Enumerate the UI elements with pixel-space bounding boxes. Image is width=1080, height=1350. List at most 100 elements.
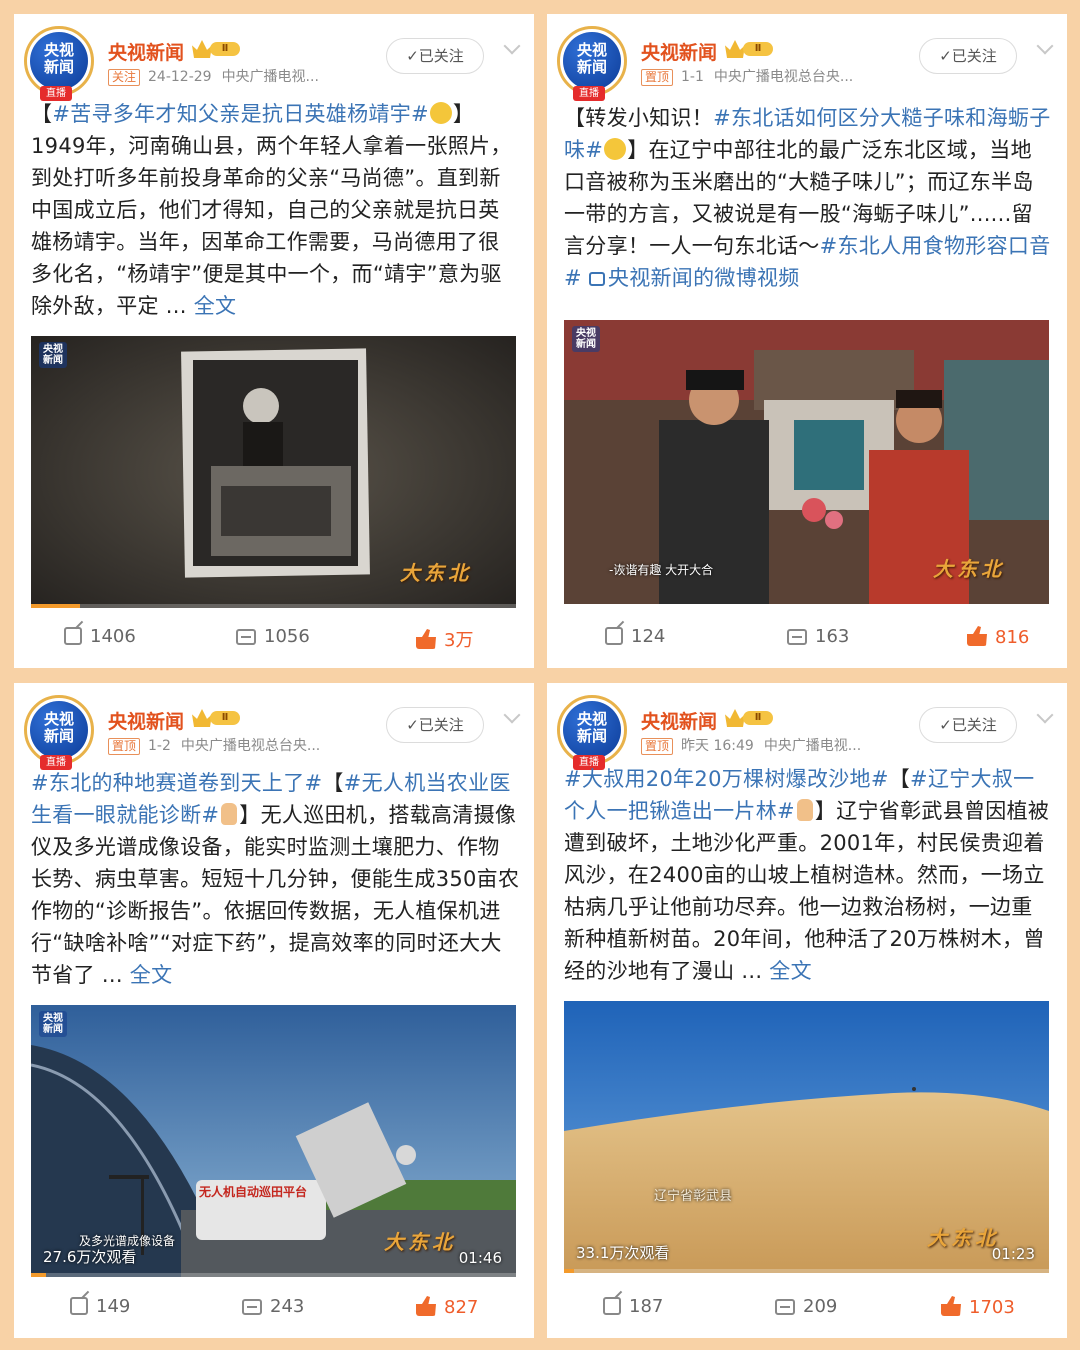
video-player[interactable]: 央视 新闻 大东北 <box>31 336 516 608</box>
cctv-news-logo: 央视 新闻 <box>39 1011 67 1037</box>
video-progress-bar[interactable] <box>564 1269 1049 1273</box>
post-date: 昨天 16:49 <box>681 738 754 754</box>
post-source: 中央广播电视总台央... <box>713 69 854 85</box>
video-player[interactable]: 央视 新闻 -诙谐有趣 大开大合 大东北 <box>564 320 1049 604</box>
followed-button[interactable]: ✓已关注 <box>919 38 1017 74</box>
comment-button[interactable]: 163 <box>787 626 849 647</box>
followed-button[interactable]: ✓已关注 <box>919 707 1017 743</box>
avatar-logo: 央视 新闻 <box>563 32 621 90</box>
video-player[interactable]: 央视 新闻 无人机自动巡田平台 及多光谱成像设备 大东北 27.6万次观看 01:… <box>31 1005 516 1277</box>
video-watermark: 大东北 <box>400 561 472 585</box>
video-player[interactable]: 辽宁省彰武县 大东北 33.1万次观看 01:23 <box>564 1001 1049 1273</box>
avatar[interactable]: 央视 新闻 直播 <box>24 26 94 101</box>
post-source: 中央广播电视... <box>221 69 319 85</box>
like-button[interactable]: 827 <box>416 1296 478 1318</box>
video-progress-bar[interactable] <box>31 1273 516 1277</box>
avatar-text: 央视 <box>576 710 607 728</box>
post-text-segment: 】辽宁省彰武县曾因植被遭到破坏，土地沙化严重。2001年，村民侯贵迎着风沙，在2… <box>564 799 1050 983</box>
post-text-segment: 【 <box>31 102 53 126</box>
thumbs-up-icon <box>416 1296 436 1316</box>
emoji-icon <box>604 138 627 160</box>
post-text-segment: 【 <box>888 767 911 791</box>
repost-button[interactable]: 187 <box>603 1296 663 1317</box>
post-text: 【#苦寻多年才知父亲是抗日英雄杨靖宇# 】1949年，河南确山县，两个年轻人拿着一… <box>31 98 520 322</box>
weibo-post-card[interactable]: 央视 新闻 直播 央视新闻 Ⅱ 置顶 1-2 中央广播电视总台央... ✓已关注 #… <box>14 683 534 1338</box>
post-meta: 关注 24-12-29 中央广播电视... <box>108 66 319 86</box>
repost-icon <box>64 627 82 645</box>
thumbs-up-icon <box>941 1296 961 1316</box>
pinned-tag: 置顶 <box>641 738 674 755</box>
like-button[interactable]: 816 <box>967 626 1029 648</box>
like-button[interactable]: 3万 <box>416 626 473 652</box>
video-watermark: 大东北 <box>384 1230 456 1254</box>
video-watermark: 大东北 <box>927 1226 999 1250</box>
weibo-post-card[interactable]: 央视 新闻 直播 央视新闻 Ⅱ 置顶 1-1 中央广播电视总台央... ✓已关注 【… <box>547 14 1067 668</box>
read-more-link[interactable]: 全文 <box>130 963 173 987</box>
vip-badge: Ⅱ <box>192 709 240 727</box>
repost-button[interactable]: 124 <box>605 626 665 647</box>
post-text-segment: 【 <box>322 771 344 795</box>
progress-fill <box>564 1269 574 1273</box>
comment-button[interactable]: 1056 <box>236 626 310 647</box>
like-count: 1703 <box>969 1297 1015 1318</box>
avatar-logo: 央视 新闻 <box>30 701 88 759</box>
avatar[interactable]: 央视 新闻 直播 <box>557 26 627 101</box>
chevron-down-icon[interactable] <box>1036 37 1054 55</box>
read-more-link[interactable]: 全文 <box>769 959 812 983</box>
repost-count: 149 <box>96 1296 131 1317</box>
read-more-link[interactable]: 全文 <box>194 294 237 318</box>
post-date: 1-2 <box>148 738 171 754</box>
post-text: 【转发小知识！#东北话如何区分大糙子味和海蛎子味# 】在辽宁中部往北的最广泛东北区… <box>564 102 1053 294</box>
followed-button[interactable]: ✓已关注 <box>386 707 484 743</box>
repost-icon <box>603 1297 621 1315</box>
post-text: #东北的种地赛道卷到天上了#【#无人机当农业医生看一眼就能诊断# 】无人巡田机，搭… <box>31 767 520 991</box>
comment-icon <box>775 1299 795 1315</box>
avatar[interactable]: 央视 新闻 直播 <box>557 695 627 770</box>
account-name[interactable]: 央视新闻 <box>108 707 184 734</box>
account-name[interactable]: 央视新闻 <box>641 707 717 734</box>
post-source: 中央广播电视... <box>763 738 862 754</box>
repost-icon <box>605 627 623 645</box>
post-header: 央视 新闻 直播 央视新闻 Ⅱ 置顶 1-2 中央广播电视总台央... ✓已关注 <box>14 683 534 779</box>
weibo-post-card[interactable]: 央视 新闻 直播 央视新闻 Ⅱ 关注 24-12-29 中央广播电视... ✓已关注… <box>14 14 534 668</box>
post-meta: 置顶 1-1 中央广播电视总台央... <box>641 66 853 86</box>
view-count: 27.6万次观看 <box>43 1248 137 1266</box>
chevron-down-icon[interactable] <box>1036 706 1054 724</box>
like-button[interactable]: 1703 <box>941 1296 1015 1318</box>
chevron-down-icon[interactable] <box>503 37 521 55</box>
repost-icon <box>70 1297 88 1315</box>
cctv-news-logo: 央视 新闻 <box>572 326 600 352</box>
like-count: 3万 <box>444 630 474 651</box>
hashtag-link[interactable]: #东北的种地赛道卷到天上了# <box>31 771 322 795</box>
location-caption: 辽宁省彰武县 <box>654 1189 733 1204</box>
thumbs-up-icon <box>967 626 987 646</box>
repost-count: 124 <box>631 626 666 647</box>
emoji-icon <box>429 102 452 124</box>
account-name[interactable]: 央视新闻 <box>108 38 184 65</box>
comment-button[interactable]: 209 <box>775 1296 837 1317</box>
hashtag-link[interactable]: #苦寻多年才知父亲是抗日英雄杨靖宇# <box>52 102 429 126</box>
repost-count: 187 <box>629 1296 664 1317</box>
vip-level: Ⅱ <box>210 711 240 725</box>
hashtag-link[interactable]: #大叔用20年20万棵树爆改沙地# <box>564 767 889 791</box>
post-text-segment: 】1949年，河南确山县，两个年轻人拿着一张照片，到处打听多年前投身革命的父亲“… <box>31 102 512 318</box>
crown-icon <box>725 709 745 727</box>
repost-button[interactable]: 149 <box>70 1296 130 1317</box>
post-text: #大叔用20年20万棵树爆改沙地#【#辽宁大叔一个人一把锹造出一片林# 】辽宁省彰… <box>564 763 1053 987</box>
video-duration: 01:23 <box>991 1245 1035 1263</box>
hashtag-link[interactable]: 央视新闻的微博视频 <box>608 266 800 290</box>
chevron-down-icon[interactable] <box>503 706 521 724</box>
followed-button[interactable]: ✓已关注 <box>386 38 484 74</box>
avatar[interactable]: 央视 新闻 直播 <box>24 695 94 770</box>
video-link-icon[interactable] <box>588 272 605 286</box>
weibo-post-card[interactable]: 央视 新闻 直播 央视新闻 Ⅱ 置顶 昨天 16:49 中央广播电视... ✓已关注… <box>547 683 1067 1338</box>
comment-button[interactable]: 243 <box>242 1296 304 1317</box>
crown-icon <box>192 709 212 727</box>
post-text-segment: 【转发小知识！ <box>564 106 714 130</box>
avatar-text: 央视 <box>43 41 74 59</box>
vip-badge: Ⅱ <box>725 40 773 58</box>
repost-button[interactable]: 1406 <box>64 626 136 647</box>
meta-tag: 关注 <box>108 69 141 86</box>
view-count: 33.1万次观看 <box>576 1244 670 1262</box>
account-name[interactable]: 央视新闻 <box>641 38 717 65</box>
